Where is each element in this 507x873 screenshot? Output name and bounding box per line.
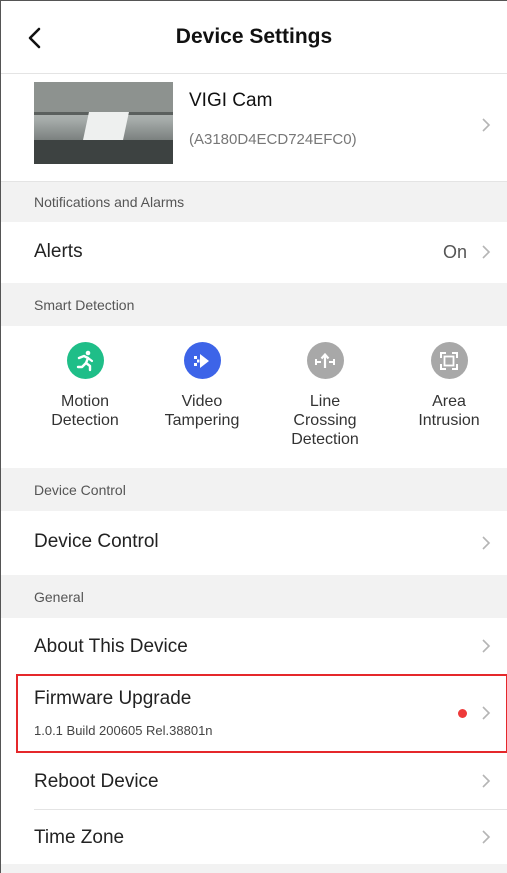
device-control-label: Device Control xyxy=(34,531,159,552)
about-device-label: About This Device xyxy=(34,636,188,657)
line-crossing-item[interactable]: Line Crossing Detection xyxy=(275,342,375,449)
chevron-right-icon xyxy=(482,639,491,653)
time-zone-label: Time Zone xyxy=(34,827,125,848)
tamper-icon xyxy=(183,342,221,379)
smart-detection-panel: Motion Detection Video Tampering Line Cr… xyxy=(1,326,507,468)
section-device-control: Device Control xyxy=(1,469,507,511)
feature-label: Motion Detection xyxy=(51,393,119,429)
chevron-right-icon xyxy=(482,830,491,844)
running-person-icon xyxy=(66,342,104,379)
alerts-label: Alerts xyxy=(34,241,83,262)
reboot-device-label: Reboot Device xyxy=(34,771,159,792)
camera-snapshot xyxy=(34,82,173,164)
device-name: VIGI Cam xyxy=(189,90,273,111)
page-title: Device Settings xyxy=(175,25,333,48)
device-control-row[interactable]: Device Control xyxy=(1,511,507,575)
alerts-value: On xyxy=(442,242,467,262)
reboot-device-row[interactable]: Reboot Device xyxy=(1,753,507,809)
area-intrusion-item[interactable]: Area Intrusion xyxy=(399,342,499,430)
motion-detection-item[interactable]: Motion Detection xyxy=(35,342,135,430)
firmware-highlight-box xyxy=(16,674,507,753)
section-smart-detection: Smart Detection xyxy=(1,284,507,326)
chevron-right-icon xyxy=(482,118,491,132)
device-settings-screen: Device Settings VIGI Cam (A3180D4ECD724E… xyxy=(0,0,507,873)
back-button[interactable] xyxy=(23,25,45,51)
section-notifications: Notifications and Alarms xyxy=(1,182,507,222)
video-tampering-item[interactable]: Video Tampering xyxy=(152,342,252,430)
device-card[interactable]: VIGI Cam (A3180D4ECD724EFC0) xyxy=(1,74,507,182)
chevron-right-icon xyxy=(482,536,491,550)
general-lower-group: Reboot Device Time Zone xyxy=(1,753,507,864)
device-id: (A3180D4ECD724EFC0) xyxy=(189,131,357,148)
section-general: General xyxy=(1,576,507,618)
about-device-row[interactable]: About This Device xyxy=(1,618,507,674)
line-crossing-icon xyxy=(306,342,344,379)
chevron-left-icon xyxy=(28,27,41,49)
alerts-row[interactable]: Alerts On xyxy=(1,222,507,283)
area-intrusion-icon xyxy=(430,342,468,379)
feature-label: Line Crossing Detection xyxy=(291,393,359,448)
top-bar: Device Settings xyxy=(1,1,507,74)
feature-label: Video Tampering xyxy=(164,393,240,429)
chevron-right-icon xyxy=(482,774,491,788)
chevron-right-icon xyxy=(482,245,491,259)
time-zone-row[interactable]: Time Zone xyxy=(1,810,507,864)
feature-label: Area Intrusion xyxy=(418,393,480,429)
